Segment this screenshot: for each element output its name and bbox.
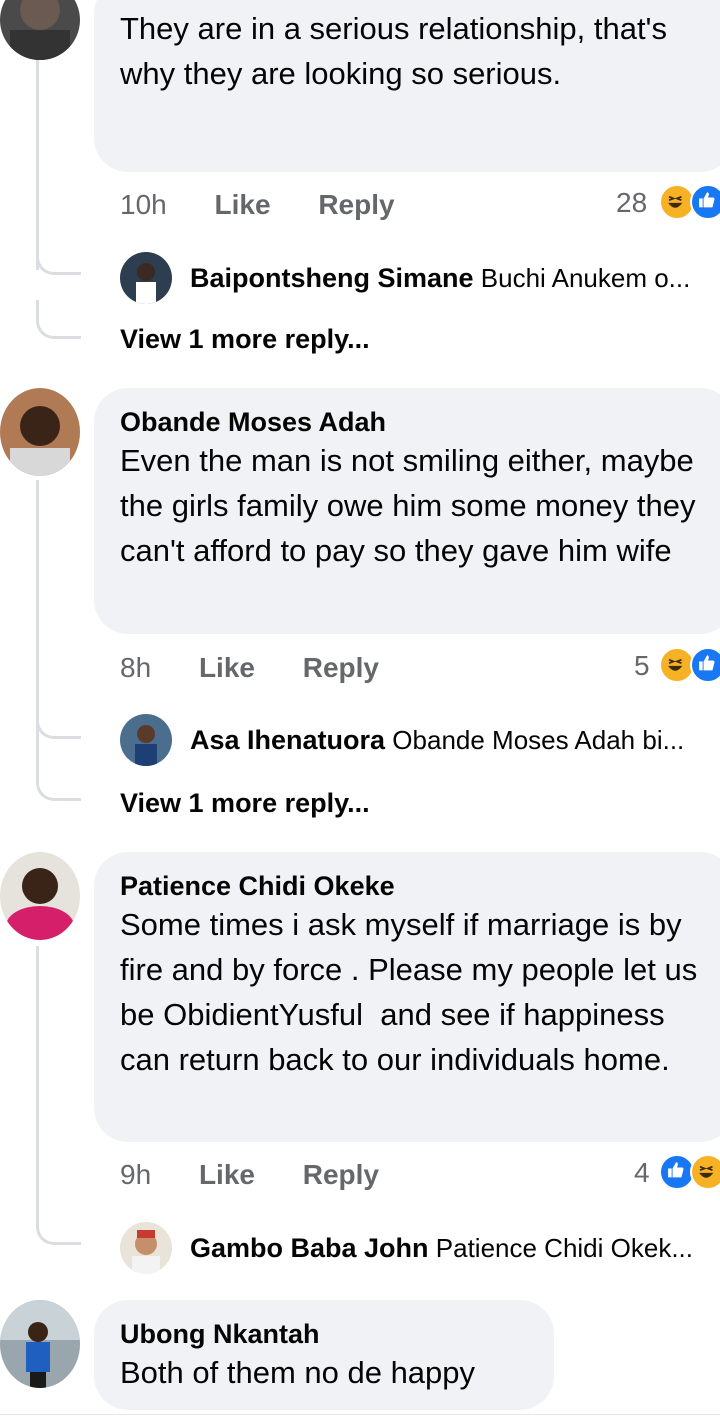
thread-line (36, 60, 39, 270)
avatar[interactable] (120, 1222, 172, 1274)
thread-branch (36, 250, 81, 275)
comment-actions: 10h Like Reply (120, 188, 395, 222)
comment-time[interactable]: 8h (120, 652, 151, 683)
comment-bubble: Patience Chidi Okeke Some times i ask my… (94, 852, 720, 1142)
reply-button[interactable]: Reply (303, 1159, 379, 1190)
reaction-count[interactable]: 28 (616, 186, 647, 220)
reply-preview[interactable]: Baipontsheng Simane Buchi Anukem o... (190, 261, 720, 295)
comment-actions: 8h Like Reply (120, 651, 379, 685)
reply-snippet: Buchi Anukem o... (480, 263, 691, 293)
avatar[interactable] (0, 388, 80, 476)
thread-branch (36, 762, 81, 801)
comment-actions: 9h Like Reply (120, 1158, 379, 1192)
view-more-replies-link[interactable]: View 1 more reply... (120, 786, 370, 820)
like-button[interactable]: Like (215, 189, 271, 220)
comment-time[interactable]: 10h (120, 189, 167, 220)
reply-preview[interactable]: Gambo Baba John Patience Chidi Okek... (190, 1231, 720, 1265)
comment-bubble: Ubong Nkantah Both of them no de happy (94, 1300, 554, 1410)
like-button[interactable]: Like (199, 1159, 255, 1190)
comment-text: Both of them no de happy (120, 1355, 476, 1390)
comment-bubble: Obande Moses Adah Even the man is not sm… (94, 388, 720, 634)
divider (0, 1414, 720, 1415)
avatar[interactable] (120, 252, 172, 304)
thread-branch (36, 712, 81, 739)
avatar[interactable] (120, 714, 172, 766)
comment-author[interactable]: Obande Moses Adah (120, 406, 720, 438)
thread-branch (36, 300, 81, 339)
comment-text: Some times i ask myself if marriage is b… (120, 907, 706, 1077)
reply-button[interactable]: Reply (303, 652, 379, 683)
reaction-count[interactable]: 4 (634, 1156, 650, 1190)
comment-author[interactable]: Ubong Nkantah (120, 1318, 554, 1350)
comment-time[interactable]: 9h (120, 1159, 151, 1190)
thread-branch (36, 1216, 81, 1245)
comment-bubble: Buchi Anukem They are in a serious relat… (94, 0, 720, 172)
like-button[interactable]: Like (199, 652, 255, 683)
avatar[interactable] (0, 0, 80, 60)
comment-text: They are in a serious relationship, that… (120, 11, 676, 91)
view-more-replies-link[interactable]: View 1 more reply... (120, 322, 370, 356)
reply-author[interactable]: Asa Ihenatuora (190, 725, 385, 755)
comment-text: Even the man is not smiling either, mayb… (120, 443, 705, 568)
reply-author[interactable]: Baipontsheng Simane (190, 263, 474, 293)
reply-button[interactable]: Reply (318, 189, 394, 220)
like-reaction-icon (690, 647, 720, 683)
comment-author[interactable]: Patience Chidi Okeke (120, 870, 720, 902)
like-reaction-icon (690, 184, 720, 220)
avatar[interactable] (0, 1300, 80, 1388)
reaction-count[interactable]: 5 (634, 649, 650, 683)
reply-snippet: Patience Chidi Okek... (435, 1233, 693, 1263)
thread-line (36, 480, 39, 780)
reply-author[interactable]: Gambo Baba John (190, 1233, 429, 1263)
haha-reaction-icon (690, 1154, 720, 1190)
reply-preview[interactable]: Asa Ihenatuora Obande Moses Adah bi... (190, 723, 720, 757)
reply-snippet: Obande Moses Adah bi... (392, 725, 685, 755)
avatar[interactable] (0, 852, 80, 940)
thread-line (36, 946, 39, 1226)
